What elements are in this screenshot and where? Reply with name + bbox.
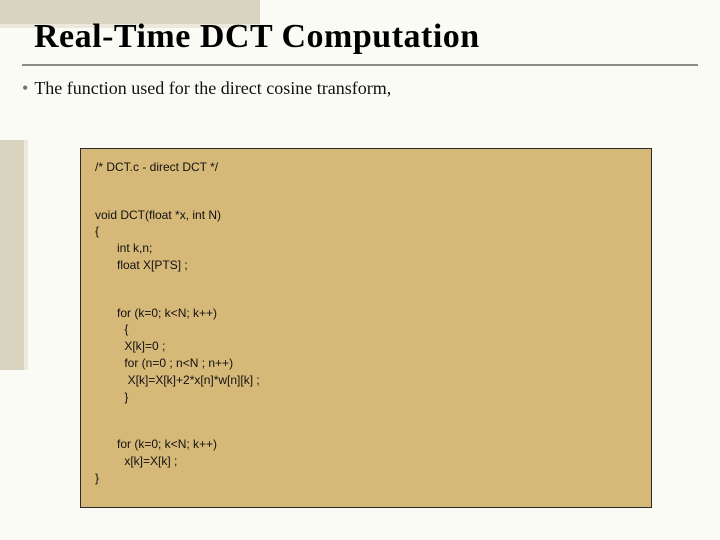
code-loop-2: for (k=0; k<N; k++) x[k]=X[k] ; } (95, 419, 637, 486)
code-signature-block: void DCT(float *x, int N) { int k,n; flo… (95, 190, 637, 274)
code-loop1-brace-open: { (95, 322, 128, 336)
slide: Real-Time DCT Computation • The function … (0, 0, 720, 540)
code-loop1-inner-for: for (n=0 ; n<N ; n++) (95, 356, 233, 370)
code-loop1-for: for (k=0; k<N; k++) (95, 306, 217, 320)
bullet-text: The function used for the direct cosine … (34, 78, 391, 98)
code-loop1-brace-close: } (95, 390, 128, 404)
code-loop1-body: X[k]=X[k]+2*x[n]*w[n][k] ; (95, 373, 260, 387)
slide-title: Real-Time DCT Computation (34, 18, 480, 56)
bullet-icon: • (22, 78, 28, 98)
code-signature: void DCT(float *x, int N) (95, 208, 221, 222)
code-brace-open: { (95, 224, 99, 238)
code-decl-1: int k,n; (95, 241, 152, 255)
code-loop1-init: X[k]=0 ; (95, 339, 165, 353)
code-loop2-body: x[k]=X[k] ; (95, 454, 177, 468)
code-brace-close: } (95, 471, 99, 485)
title-underline (22, 64, 698, 66)
bullet-line: • The function used for the direct cosine… (22, 78, 391, 99)
code-loop2-for: for (k=0; k<N; k++) (95, 437, 217, 451)
code-loop-1: for (k=0; k<N; k++) { X[k]=0 ; for (n=0 … (95, 288, 637, 406)
left-accent-thin (24, 140, 28, 370)
left-accent-bar (0, 140, 24, 370)
code-decl-2: float X[PTS] ; (95, 258, 188, 272)
code-box: /* DCT.c - direct DCT */ void DCT(float … (80, 148, 652, 508)
code-comment: /* DCT.c - direct DCT */ (95, 159, 637, 176)
